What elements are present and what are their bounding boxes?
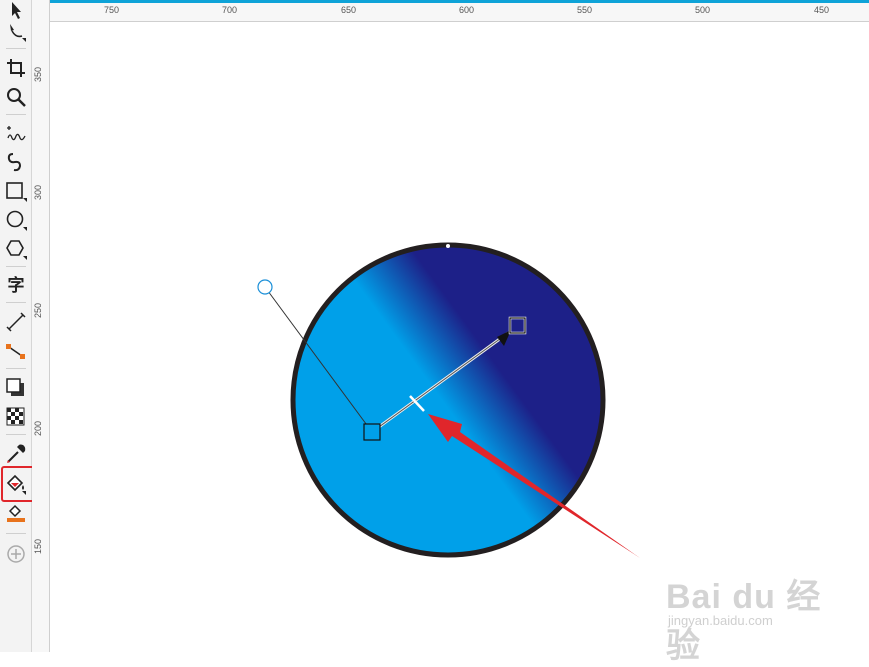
circle-node[interactable] [446,244,450,248]
toolbar-separator [6,434,26,435]
transparency-tool-icon[interactable] [4,405,28,429]
add-tool-icon[interactable] [4,542,28,566]
toolbar-separator [6,533,26,534]
toolbar-separator [6,302,26,303]
eyedropper-tool-icon[interactable] [4,442,28,466]
rectangle-tool-icon[interactable] [4,179,28,203]
artistic-media-icon[interactable] [4,150,28,174]
drawing-canvas[interactable] [50,22,869,652]
freehand-tool-icon[interactable] [4,122,28,146]
gradient-end-node-outline [508,316,527,335]
gradient-start-node[interactable] [363,423,381,441]
shape-tool-icon[interactable] [4,20,28,44]
smart-fill-tool-icon[interactable] [4,501,28,525]
toolbar-separator [6,368,26,369]
toolbar-separator [6,266,26,267]
ruler-label: 500 [695,5,711,15]
watermark-url: jingyan.baidu.com [668,613,773,628]
ruler-label: 750 [104,5,120,15]
ruler-label: 300 [33,184,43,200]
crop-tool-icon[interactable] [4,56,28,80]
toolbar-separator [6,114,26,115]
gradient-filled-circle[interactable] [290,242,606,558]
drop-shadow-tool-icon[interactable] [4,376,28,400]
ruler-top-line [50,0,869,3]
polygon-tool-icon[interactable] [4,237,28,261]
gradient-angle-handle[interactable] [257,279,273,295]
vertical-ruler: 350 300 250 200 150 [32,0,50,652]
ruler-label: 450 [814,5,830,15]
toolbox: 字 [0,0,37,652]
horizontal-ruler: 750 700 650 600 550 500 450 [32,0,869,22]
ruler-label: 150 [33,538,43,554]
ruler-label: 200 [33,420,43,436]
text-tool-icon[interactable]: 字 [4,274,28,298]
ruler-label: 350 [33,66,43,82]
dimension-tool-icon[interactable] [4,310,28,334]
connector-tool-icon[interactable] [4,340,28,364]
baidu-jingyan-watermark: Bai du 经验 jingyan.baidu.com [666,565,836,665]
ruler-label: 250 [33,302,43,318]
ellipse-tool-icon[interactable] [4,208,28,232]
zoom-tool-icon[interactable] [4,85,28,109]
toolbar-separator [6,48,26,49]
ruler-label: 700 [222,5,238,15]
ruler-label: 650 [341,5,357,15]
ruler-label: 550 [577,5,593,15]
ruler-label: 600 [459,5,475,15]
